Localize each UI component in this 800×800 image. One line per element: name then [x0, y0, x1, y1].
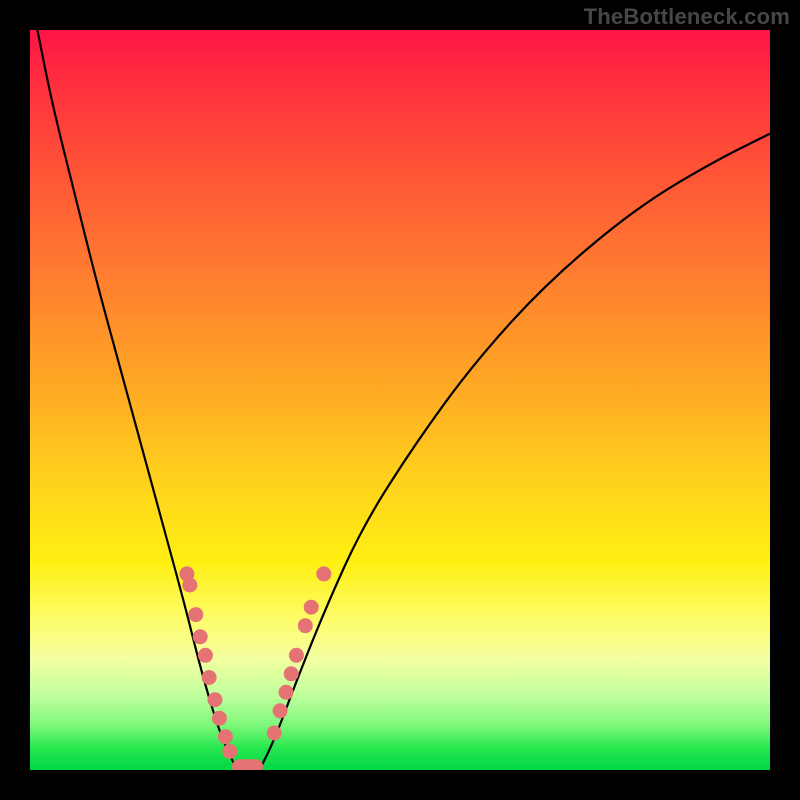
data-marker — [316, 566, 331, 581]
marker-group-right — [267, 566, 332, 740]
valley-capsule — [232, 759, 263, 770]
data-marker — [188, 607, 203, 622]
chart-stage: TheBottleneck.com — [0, 0, 800, 800]
right-curve — [259, 134, 770, 770]
data-marker — [222, 744, 237, 759]
data-marker — [208, 692, 223, 707]
data-marker — [218, 729, 233, 744]
plot-area — [30, 30, 770, 770]
marker-group-left — [179, 566, 237, 759]
data-marker — [212, 711, 227, 726]
curve-layer — [30, 30, 770, 770]
data-marker — [202, 670, 217, 685]
data-marker — [182, 578, 197, 593]
data-marker — [284, 666, 299, 681]
watermark-text: TheBottleneck.com — [584, 4, 790, 30]
data-marker — [279, 685, 294, 700]
data-marker — [193, 629, 208, 644]
data-marker — [273, 703, 288, 718]
data-marker — [304, 600, 319, 615]
data-marker — [198, 648, 213, 663]
data-marker — [298, 618, 313, 633]
data-marker — [289, 648, 304, 663]
data-marker — [267, 726, 282, 741]
